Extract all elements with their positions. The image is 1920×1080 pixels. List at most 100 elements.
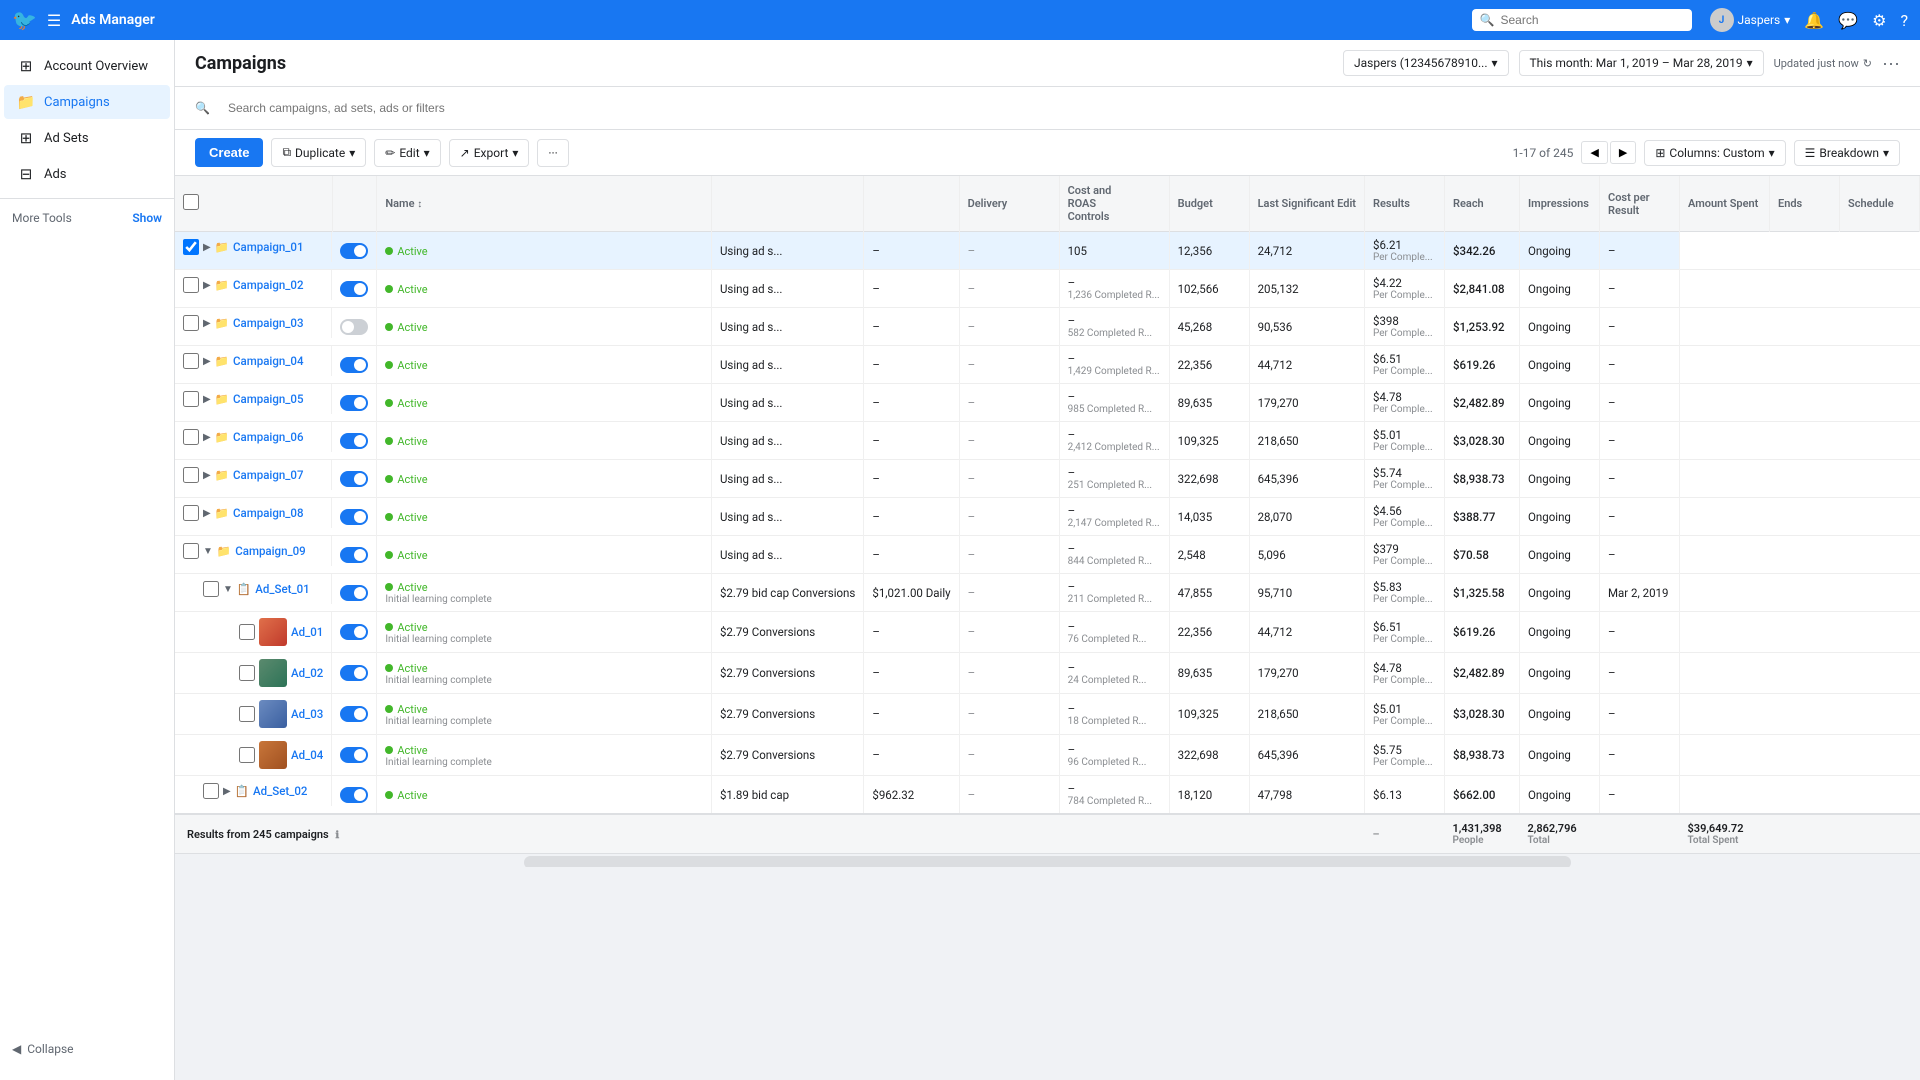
toggle-cell[interactable]	[332, 232, 377, 270]
toggle-cell[interactable]	[332, 776, 377, 815]
expand-arrow[interactable]: ▶	[203, 470, 211, 481]
ad-name[interactable]: Ad_03	[291, 707, 323, 721]
columns-button[interactable]: ⊞ Columns: Custom ▾	[1644, 140, 1785, 166]
toggle-cell[interactable]	[332, 270, 377, 308]
chat-icon[interactable]: 💬	[1838, 11, 1858, 30]
campaign-name[interactable]: Campaign_09	[235, 544, 305, 558]
user-menu[interactable]: J Jaspers ▾	[1710, 8, 1791, 32]
global-search[interactable]: 🔍	[1472, 9, 1692, 31]
campaign-name[interactable]: Campaign_05	[233, 392, 303, 406]
expand-arrow[interactable]: ▶	[203, 394, 211, 405]
campaign-toggle[interactable]	[340, 433, 368, 449]
search-input[interactable]	[1500, 13, 1683, 27]
more-tools[interactable]: More Tools Show	[0, 205, 174, 231]
toggle-cell[interactable]	[332, 308, 377, 346]
campaign-name[interactable]: Campaign_04	[233, 354, 303, 368]
adset-name[interactable]: Ad_Set_02	[253, 784, 307, 798]
toggle-cell[interactable]	[332, 735, 377, 776]
collapse-button[interactable]: ◀ Collapse	[0, 1034, 174, 1072]
edit-button[interactable]: ✏ Edit ▾	[374, 139, 440, 167]
sidebar-item-ads[interactable]: ⊟ Ads	[4, 157, 170, 191]
campaign-toggle[interactable]	[340, 319, 368, 335]
ad-name[interactable]: Ad_04	[291, 748, 323, 762]
campaign-name[interactable]: Campaign_07	[233, 468, 303, 482]
row-checkbox[interactable]	[183, 315, 199, 331]
select-all-checkbox[interactable]	[183, 194, 199, 210]
settings-icon[interactable]: ⚙	[1872, 11, 1886, 30]
row-checkbox[interactable]	[183, 391, 199, 407]
toggle-cell[interactable]	[332, 536, 377, 574]
ad-name[interactable]: Ad_01	[291, 625, 323, 639]
campaign-search-input[interactable]	[218, 95, 618, 121]
campaign-toggle[interactable]	[340, 665, 368, 681]
toggle-cell[interactable]	[332, 460, 377, 498]
campaign-toggle[interactable]	[340, 706, 368, 722]
expand-arrow[interactable]: ▼	[203, 546, 213, 557]
date-range-selector[interactable]: This month: Mar 1, 2019 – Mar 28, 2019 ▾	[1519, 50, 1764, 76]
create-button[interactable]: Create	[195, 138, 263, 167]
sidebar-item-ad-sets[interactable]: ⊞ Ad Sets	[4, 121, 170, 155]
account-selector[interactable]: Jaspers (12345678910... ▾	[1343, 50, 1509, 76]
campaign-toggle[interactable]	[340, 547, 368, 563]
more-actions-button[interactable]: ···	[537, 139, 568, 167]
campaign-name[interactable]: Campaign_03	[233, 316, 303, 330]
toggle-cell[interactable]	[332, 653, 377, 694]
expand-arrow[interactable]: ▶	[203, 508, 211, 519]
row-checkbox[interactable]	[239, 706, 255, 722]
campaign-toggle[interactable]	[340, 395, 368, 411]
expand-arrow[interactable]: ▶	[203, 242, 211, 253]
sidebar-item-account-overview[interactable]: ⊞ Account Overview	[4, 49, 170, 83]
expand-arrow[interactable]: ▼	[223, 584, 233, 595]
toggle-cell[interactable]	[332, 422, 377, 460]
row-checkbox[interactable]	[183, 429, 199, 445]
campaign-toggle[interactable]	[340, 747, 368, 763]
prev-page-button[interactable]: ◀	[1581, 141, 1607, 164]
sidebar-item-campaigns[interactable]: 📁 Campaigns	[4, 85, 170, 119]
export-button[interactable]: ↗ Export ▾	[449, 139, 530, 167]
campaign-toggle[interactable]	[340, 471, 368, 487]
row-checkbox[interactable]	[183, 239, 199, 255]
toggle-cell[interactable]	[332, 694, 377, 735]
row-checkbox[interactable]	[239, 747, 255, 763]
expand-arrow[interactable]: ▶	[203, 280, 211, 291]
refresh-icon[interactable]: ↻	[1863, 57, 1872, 70]
campaign-name[interactable]: Campaign_08	[233, 506, 303, 520]
campaign-toggle[interactable]	[340, 357, 368, 373]
hamburger-icon[interactable]: ☰	[47, 11, 61, 30]
campaign-name[interactable]: Campaign_01	[233, 240, 303, 254]
bell-icon[interactable]: 🔔	[1804, 11, 1824, 30]
row-checkbox[interactable]	[239, 624, 255, 640]
breakdown-button[interactable]: ☰ Breakdown ▾	[1794, 140, 1900, 166]
row-checkbox[interactable]	[183, 277, 199, 293]
adset-name[interactable]: Ad_Set_01	[255, 582, 309, 596]
expand-arrow[interactable]: ▶	[223, 786, 231, 797]
next-page-button[interactable]: ▶	[1610, 141, 1636, 164]
campaign-toggle[interactable]	[340, 787, 368, 803]
toggle-cell[interactable]	[332, 612, 377, 653]
toggle-cell[interactable]	[332, 384, 377, 422]
row-checkbox[interactable]	[203, 581, 219, 597]
row-checkbox[interactable]	[183, 543, 199, 559]
row-checkbox[interactable]	[203, 783, 219, 799]
row-checkbox[interactable]	[183, 467, 199, 483]
campaign-toggle[interactable]	[340, 585, 368, 601]
row-checkbox[interactable]	[183, 353, 199, 369]
campaign-name[interactable]: Campaign_02	[233, 278, 303, 292]
toggle-cell[interactable]	[332, 574, 377, 612]
campaign-name[interactable]: Campaign_06	[233, 430, 303, 444]
campaign-toggle[interactable]	[340, 281, 368, 297]
campaign-toggle[interactable]	[340, 243, 368, 259]
row-checkbox[interactable]	[183, 505, 199, 521]
campaign-toggle[interactable]	[340, 509, 368, 525]
expand-arrow[interactable]: ▶	[203, 318, 211, 329]
expand-arrow[interactable]: ▶	[203, 356, 211, 367]
ad-name[interactable]: Ad_02	[291, 666, 323, 680]
toggle-cell[interactable]	[332, 498, 377, 536]
more-options-button[interactable]: ···	[1882, 53, 1900, 74]
toggle-cell[interactable]	[332, 346, 377, 384]
duplicate-button[interactable]: ⧉ Duplicate ▾	[271, 138, 366, 167]
campaign-toggle[interactable]	[340, 624, 368, 640]
help-icon[interactable]: ?	[1900, 11, 1908, 30]
expand-arrow[interactable]: ▶	[203, 432, 211, 443]
row-checkbox[interactable]	[239, 665, 255, 681]
